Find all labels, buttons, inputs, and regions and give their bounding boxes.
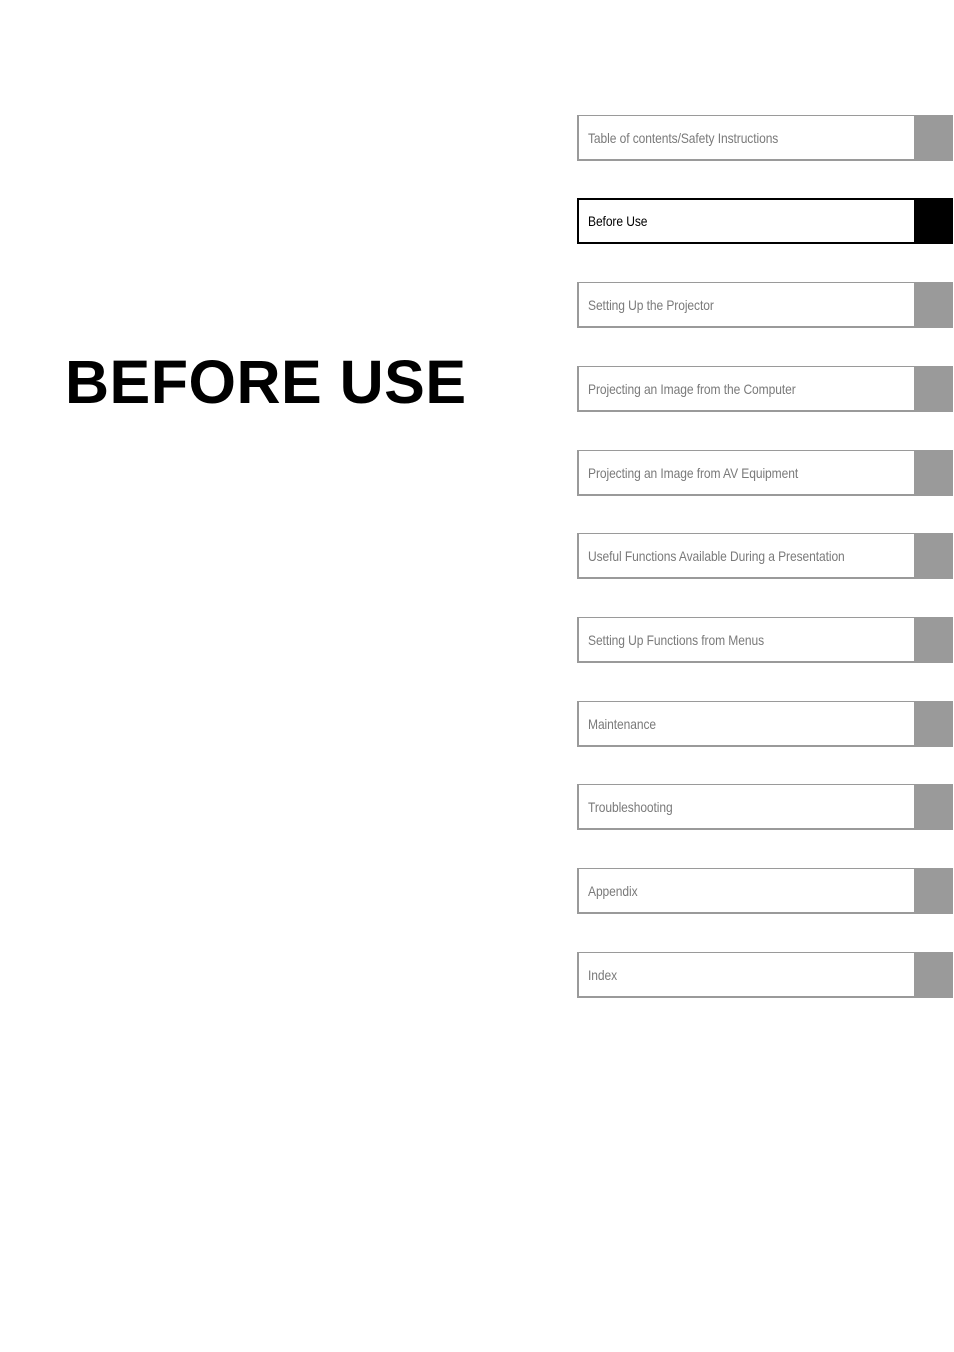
chapter-title: BEFORE USE (65, 348, 467, 416)
tab-table-of-contents[interactable]: Table of contents/Safety Instructions (577, 115, 953, 161)
tab-label: Before Use (588, 213, 648, 229)
tab-setting-up-projector[interactable]: Setting Up the Projector (577, 282, 953, 328)
tab-box: Setting Up the Projector (577, 282, 914, 328)
tab-box: Useful Functions Available During a Pres… (577, 533, 914, 579)
tab-before-use[interactable]: Before Use (577, 198, 953, 244)
tab-label: Troubleshooting (588, 798, 673, 815)
tab-maintenance[interactable]: Maintenance (577, 701, 953, 747)
tab-box: Projecting an Image from AV Equipment (577, 450, 914, 496)
tab-marker (914, 701, 953, 747)
tab-label: Table of contents/Safety Instructions (588, 129, 779, 146)
tab-box: Projecting an Image from the Computer (577, 366, 914, 412)
tab-marker (914, 282, 953, 328)
tab-useful-functions[interactable]: Useful Functions Available During a Pres… (577, 533, 953, 579)
tab-index[interactable]: Index (577, 952, 953, 998)
tab-box: Setting Up Functions from Menus (577, 617, 914, 663)
tab-marker (914, 784, 953, 830)
tab-label: Setting Up Functions from Menus (588, 631, 765, 648)
tab-marker (914, 868, 953, 914)
tab-label: Maintenance (588, 715, 657, 732)
tab-box: Table of contents/Safety Instructions (577, 115, 914, 161)
tab-label: Projecting an Image from AV Equipment (588, 464, 799, 481)
tab-marker (914, 198, 953, 244)
tab-projecting-from-av[interactable]: Projecting an Image from AV Equipment (577, 450, 953, 496)
tab-box: Appendix (577, 868, 914, 914)
tab-marker (914, 450, 953, 496)
tab-label: Useful Functions Available During a Pres… (588, 547, 845, 564)
tab-marker (914, 952, 953, 998)
tab-projecting-from-computer[interactable]: Projecting an Image from the Computer (577, 366, 953, 412)
tab-marker (914, 617, 953, 663)
tab-marker (914, 115, 953, 161)
tab-box: Before Use (577, 198, 914, 244)
tab-label: Setting Up the Projector (588, 296, 714, 313)
tab-setting-up-functions-menus[interactable]: Setting Up Functions from Menus (577, 617, 953, 663)
tab-box: Index (577, 952, 914, 998)
tab-label: Index (588, 966, 618, 983)
tab-troubleshooting[interactable]: Troubleshooting (577, 784, 953, 830)
tab-label: Appendix (588, 882, 638, 899)
tab-box: Maintenance (577, 701, 914, 747)
tab-box: Troubleshooting (577, 784, 914, 830)
tab-marker (914, 533, 953, 579)
tab-appendix[interactable]: Appendix (577, 868, 953, 914)
tab-label: Projecting an Image from the Computer (588, 380, 796, 397)
tab-marker (914, 366, 953, 412)
